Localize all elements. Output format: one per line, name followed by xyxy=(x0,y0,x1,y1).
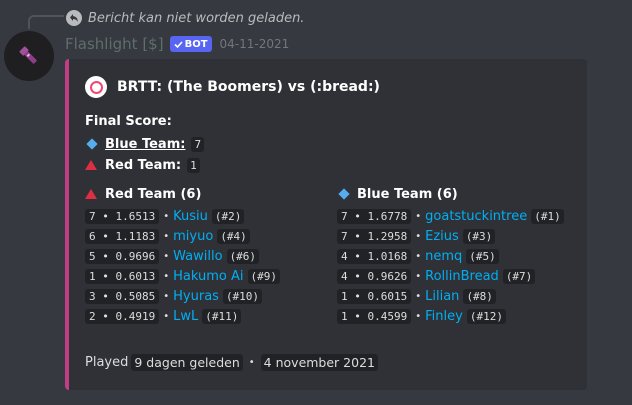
player-stats: 3 • 0.5085 xyxy=(85,288,160,304)
player-stats: 6 • 1.1183 xyxy=(85,228,160,244)
username[interactable]: Flashlight [$] xyxy=(65,35,164,53)
footer-separator: • xyxy=(248,356,255,368)
score-row-red: Red Team: 1 xyxy=(85,156,200,174)
message-header: Flashlight [$] BOT 04-11-2021 xyxy=(65,33,289,55)
blue-diamond-icon xyxy=(338,188,350,200)
ring-icon xyxy=(85,76,107,98)
reply-text: Bericht kan niet worden geladen. xyxy=(88,10,305,26)
player-row: 1 • 0.6013 • Hakumo Ai (#9) xyxy=(85,266,281,286)
player-rank: (#9) xyxy=(247,268,281,284)
bullet-separator: • xyxy=(415,290,422,302)
embed-title-text: BRTT: (The Boomers) vs (:bread:) xyxy=(117,79,380,95)
player-row: 5 • 0.9696 • Wawillo (#6) xyxy=(85,246,280,266)
player-name-link[interactable]: RollinBread xyxy=(425,269,499,284)
bullet-separator: • xyxy=(163,270,170,282)
player-name-link[interactable]: Wawillo xyxy=(173,249,222,264)
red-triangle-icon xyxy=(85,160,97,170)
bullet-separator: • xyxy=(415,270,422,282)
player-stats: 1 • 0.6015 xyxy=(337,288,412,304)
bot-tag-label: BOT xyxy=(184,38,208,50)
reply-connector xyxy=(28,15,64,29)
player-name-link[interactable]: Finley xyxy=(425,309,463,324)
flashlight-icon xyxy=(19,46,37,64)
score-value: 1 xyxy=(187,157,200,173)
player-rank: (#1) xyxy=(531,208,564,224)
player-rank: (#11) xyxy=(202,308,242,324)
player-row: 7 • 1.2958 • Ezius (#3) xyxy=(337,226,564,246)
player-stats: 7 • 1.2958 xyxy=(337,228,412,244)
player-name-link[interactable]: Hakumo Ai xyxy=(173,269,243,284)
bullet-separator: • xyxy=(415,230,422,242)
player-name-link[interactable]: goatstuckintree xyxy=(425,209,527,224)
embed-footer: Played 9 dagen geleden • 4 november 2021 xyxy=(85,353,381,371)
score-team-label: Red Team: xyxy=(105,157,182,173)
player-stats: 7 • 1.6513 xyxy=(85,208,160,224)
player-row: 4 • 1.0168 • nemq (#5) xyxy=(337,246,564,266)
player-rank: (#5) xyxy=(466,248,499,264)
team-header-text: Red Team (6) xyxy=(105,186,202,202)
score-team-label: Blue Team: xyxy=(105,136,186,152)
player-row: 2 • 0.4919 • LwL (#11) xyxy=(85,306,280,326)
player-row: 1 • 0.4599 • Finley (#12) xyxy=(337,306,564,326)
red-team-column: Red Team (6) 7 • 1.6513 • Kusiu (#2) 6 • … xyxy=(85,185,281,326)
red-triangle-icon xyxy=(85,189,97,199)
embed-title: BRTT: (The Boomers) vs (:bread:) xyxy=(85,76,380,98)
player-rank: (#12) xyxy=(466,308,506,324)
player-rank: (#8) xyxy=(463,288,496,304)
team-header-text: Blue Team (6) xyxy=(357,186,458,202)
bullet-separator: • xyxy=(415,250,422,262)
bullet-separator: • xyxy=(163,290,170,302)
footer-relative-time: 9 dagen geleden xyxy=(131,353,243,371)
player-stats: 5 • 0.9696 xyxy=(85,248,160,264)
player-stats: 1 • 0.4599 xyxy=(337,308,412,324)
footer-played-label: Played xyxy=(85,354,129,370)
bullet-separator: • xyxy=(163,310,170,322)
player-row: 7 • 1.6513 • Kusiu (#2) xyxy=(85,206,280,226)
player-row: 4 • 0.9626 • RollinBread (#7) xyxy=(337,266,564,286)
player-name-link[interactable]: Hyuras xyxy=(173,289,219,304)
verified-check-icon xyxy=(174,40,183,48)
player-stats: 1 • 0.6013 xyxy=(85,268,160,284)
bullet-separator: • xyxy=(163,250,170,262)
reply-preview[interactable]: Bericht kan niet worden geladen. xyxy=(66,9,304,27)
player-name-link[interactable]: Lilian xyxy=(425,289,459,304)
player-row: 3 • 0.5085 • Hyuras (#10) xyxy=(85,286,280,306)
team-header: Blue Team (6) xyxy=(337,185,564,203)
bullet-separator: • xyxy=(163,210,170,222)
player-rank: (#4) xyxy=(217,228,250,244)
player-stats: 4 • 0.9626 xyxy=(337,268,412,284)
footer-date: 4 november 2021 xyxy=(260,353,378,371)
score-value: 7 xyxy=(191,136,205,152)
final-score-label: Final Score: xyxy=(85,114,172,129)
player-rank: (#10) xyxy=(222,288,263,304)
blue-diamond-icon xyxy=(86,138,98,150)
match-embed: BRTT: (The Boomers) vs (:bread:) Final S… xyxy=(65,59,587,390)
player-row: 6 • 1.1183 • miyuo (#4) xyxy=(85,226,280,246)
timestamp[interactable]: 04-11-2021 xyxy=(220,37,290,51)
team-header: Red Team (6) xyxy=(85,185,280,203)
bullet-separator: • xyxy=(163,230,170,242)
bullet-separator: • xyxy=(415,310,422,322)
score-row-blue: Blue Team: 7 xyxy=(85,135,205,153)
player-name-link[interactable]: Kusiu xyxy=(173,209,208,224)
blue-team-column: Blue Team (6) 7 • 1.6778 • goatstuckintre… xyxy=(337,185,564,326)
player-stats: 7 • 1.6778 xyxy=(337,208,412,224)
player-row: 7 • 1.6778 • goatstuckintree (#1) xyxy=(337,206,564,226)
bullet-separator: • xyxy=(415,210,422,222)
player-rank: (#2) xyxy=(211,208,245,224)
player-name-link[interactable]: Ezius xyxy=(425,229,459,244)
player-stats: 4 • 1.0168 xyxy=(337,248,412,264)
player-name-link[interactable]: miyuo xyxy=(173,229,213,244)
player-name-link[interactable]: nemq xyxy=(425,249,462,264)
player-stats: 2 • 0.4919 xyxy=(85,308,160,324)
player-rank: (#7) xyxy=(502,268,536,284)
player-rank: (#3) xyxy=(462,228,496,244)
player-rank: (#6) xyxy=(226,248,260,264)
avatar[interactable] xyxy=(4,31,54,81)
reply-icon xyxy=(66,10,82,26)
player-name-link[interactable]: LwL xyxy=(173,309,198,324)
player-row: 1 • 0.6015 • Lilian (#8) xyxy=(337,286,564,306)
bot-tag: BOT xyxy=(169,36,212,52)
